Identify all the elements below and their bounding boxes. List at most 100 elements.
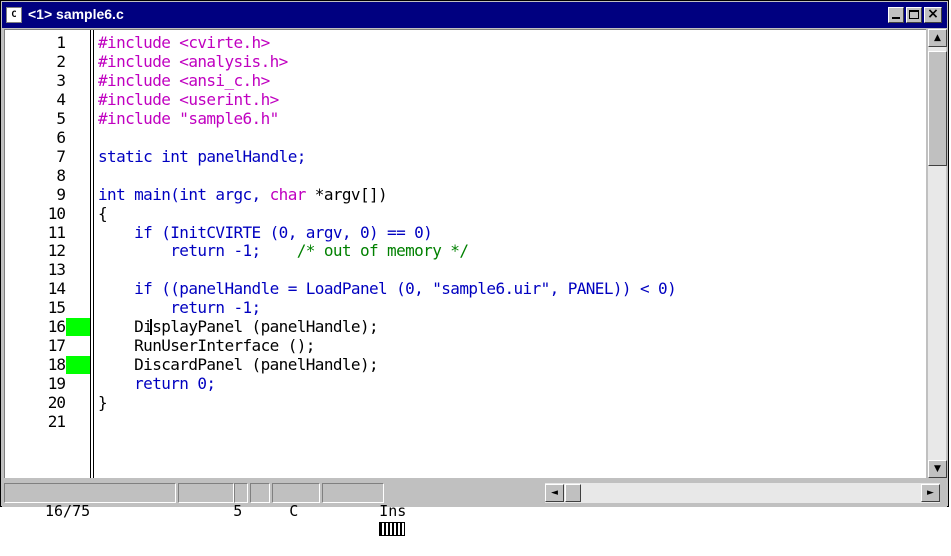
scroll-left-button[interactable]: ◄ bbox=[545, 484, 564, 502]
window-title: <1> sample6.c bbox=[28, 6, 124, 22]
minimize-icon bbox=[892, 17, 900, 19]
vertical-scrollbar[interactable]: ▲ ▼ bbox=[927, 29, 947, 478]
line-number: 9 bbox=[56, 184, 66, 204]
maximize-icon bbox=[909, 10, 919, 19]
code-text[interactable]: RunUserInterface (); bbox=[98, 337, 315, 355]
code-text[interactable]: DisplayPanel (panelHandle); bbox=[98, 318, 379, 336]
code-line[interactable]: 7 static int panelHandle; bbox=[5, 146, 925, 166]
line-number: 2 bbox=[56, 51, 66, 71]
line-number: 10 bbox=[47, 203, 66, 223]
line-number: 18 bbox=[47, 355, 66, 375]
source-editor-window: C <1> sample6.c × 1 #include <cvirte.h> 2 #… bbox=[0, 0, 949, 536]
code-line[interactable]: 2 #include <analysis.h> bbox=[5, 51, 925, 71]
code-token: return -1; bbox=[98, 241, 261, 261]
code-text[interactable]: DiscardPanel (panelHandle); bbox=[98, 355, 379, 375]
code-line[interactable]: 20} bbox=[5, 394, 925, 412]
code-text[interactable]: { bbox=[98, 203, 108, 223]
line-number: 20 bbox=[47, 393, 66, 413]
line-number: 17 bbox=[47, 336, 66, 356]
code-text[interactable]: return -1; /* out of memory */ bbox=[98, 241, 469, 261]
code-line[interactable]: 18 DiscardPanel (panelHandle); bbox=[5, 355, 925, 375]
horizontal-scroll-thumb[interactable] bbox=[565, 484, 581, 502]
line-number: 16 bbox=[47, 317, 66, 337]
column-suffix-field: C bbox=[234, 483, 298, 520]
code-token: return -1; bbox=[98, 298, 261, 318]
status-field-empty-2 bbox=[272, 483, 320, 503]
code-editor[interactable]: 1 #include <cvirte.h> 2 #include <analysis.… bbox=[4, 29, 926, 478]
code-line[interactable]: 9 int main(int argc, char *argv[]) bbox=[5, 184, 925, 204]
insert-mode-field[interactable]: Ins bbox=[322, 483, 406, 536]
insert-mode: Ins bbox=[379, 502, 407, 520]
code-token: DiscardPanel (panelHandle); bbox=[98, 355, 379, 375]
code-text[interactable]: return -1; bbox=[98, 299, 261, 317]
status-bar: 16/75 5 C Ins ◄ ► bbox=[2, 481, 947, 536]
line-marker[interactable] bbox=[66, 356, 90, 375]
line-number: 1 bbox=[56, 33, 66, 52]
code-text[interactable]: #include <analysis.h> bbox=[98, 52, 288, 71]
code-line[interactable]: 19 return 0; bbox=[5, 375, 925, 393]
vertical-scroll-thumb[interactable] bbox=[928, 51, 947, 166]
code-line[interactable]: 1 #include <cvirte.h> bbox=[5, 34, 925, 52]
code-text[interactable]: if (InitCVIRTE (0, argv, 0) == 0) bbox=[98, 223, 433, 242]
keyboard-icon bbox=[379, 522, 406, 536]
line-number: 19 bbox=[47, 374, 66, 394]
code-line[interactable]: 21 bbox=[5, 413, 925, 431]
scroll-right-button[interactable]: ► bbox=[921, 484, 940, 502]
code-token: *argv[]) bbox=[305, 184, 388, 204]
code-token: int main(int argc, bbox=[98, 184, 270, 204]
code-token: #include <ansi_c.h> bbox=[98, 70, 270, 90]
horizontal-scrollbar[interactable]: ◄ ► bbox=[545, 483, 940, 503]
code-line[interactable]: 16 DisplayPanel (panelHandle); bbox=[5, 317, 925, 337]
code-token: #include <cvirte.h> bbox=[98, 33, 270, 52]
code-token: } bbox=[98, 393, 108, 413]
close-button[interactable]: × bbox=[924, 6, 942, 23]
title-bar[interactable]: C <1> sample6.c × bbox=[2, 2, 947, 28]
code-token: RunUserInterface (); bbox=[98, 336, 315, 356]
code-token: /* out of memory */ bbox=[260, 241, 469, 261]
maximize-button[interactable] bbox=[906, 7, 922, 23]
scroll-down-button[interactable]: ▼ bbox=[928, 460, 947, 478]
minimize-button[interactable] bbox=[888, 7, 904, 23]
code-line[interactable]: 8 bbox=[5, 166, 925, 185]
code-line[interactable]: 12 return -1; /* out of memory */ bbox=[5, 242, 925, 260]
line-number: 5 bbox=[56, 108, 66, 128]
code-text[interactable]: #include <cvirte.h> bbox=[98, 34, 270, 52]
code-text[interactable]: return 0; bbox=[98, 374, 216, 394]
code-text[interactable]: #include "sample6.h" bbox=[98, 108, 279, 128]
code-line[interactable]: 3 #include <ansi_c.h> bbox=[5, 70, 925, 90]
code-token: #include <userint.h> bbox=[98, 89, 279, 109]
code-text[interactable]: #include <userint.h> bbox=[98, 89, 279, 109]
code-text[interactable]: static int panelHandle; bbox=[98, 146, 306, 166]
code-line[interactable]: 10 { bbox=[5, 203, 925, 223]
line-number: 14 bbox=[47, 279, 66, 299]
close-icon: × bbox=[927, 6, 939, 22]
line-number: 12 bbox=[47, 241, 66, 261]
code-line[interactable]: 5 #include "sample6.h" bbox=[5, 108, 925, 128]
code-token: if ((panelHandle = LoadPanel (0, "sample… bbox=[98, 279, 677, 299]
code-token: static int panelHandle; bbox=[98, 146, 306, 166]
column-suffix: C bbox=[289, 502, 299, 520]
code-text[interactable]: int main(int argc, char *argv[]) bbox=[98, 184, 388, 204]
code-line[interactable]: 17 RunUserInterface (); bbox=[5, 337, 925, 355]
line-number: 3 bbox=[56, 70, 66, 90]
line-number: 21 bbox=[47, 412, 66, 431]
code-text[interactable]: if ((panelHandle = LoadPanel (0, "sample… bbox=[98, 279, 677, 299]
line-marker[interactable] bbox=[66, 318, 90, 337]
code-line[interactable]: 14 if ((panelHandle = LoadPanel (0, "sam… bbox=[5, 280, 925, 298]
code-token: return 0; bbox=[98, 374, 216, 394]
code-text[interactable]: #include <ansi_c.h> bbox=[98, 70, 270, 90]
code-line[interactable]: 6 bbox=[5, 128, 925, 147]
code-token: { bbox=[98, 203, 108, 223]
code-line[interactable]: 13 bbox=[5, 261, 925, 279]
line-number: 15 bbox=[47, 298, 66, 318]
code-line[interactable]: 11 if (InitCVIRTE (0, argv, 0) == 0) bbox=[5, 222, 925, 242]
scroll-up-button[interactable]: ▲ bbox=[928, 29, 947, 47]
line-position: 16/75 bbox=[45, 502, 91, 520]
code-line[interactable]: 15 return -1; bbox=[5, 299, 925, 317]
code-token: #include "sample6.h" bbox=[98, 108, 279, 128]
code-text[interactable]: } bbox=[98, 393, 108, 413]
c-file-icon[interactable]: C bbox=[6, 7, 22, 23]
line-number: 11 bbox=[47, 222, 66, 242]
line-number: 4 bbox=[56, 89, 66, 109]
code-line[interactable]: 4 #include <userint.h> bbox=[5, 89, 925, 109]
